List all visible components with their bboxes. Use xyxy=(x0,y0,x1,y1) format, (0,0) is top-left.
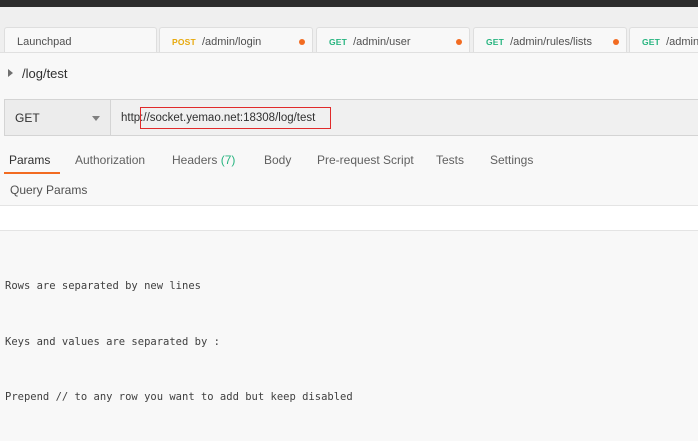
tab-label: Launchpad xyxy=(17,35,72,48)
method-select-value: GET xyxy=(15,110,40,125)
tab-headers-label: Headers xyxy=(172,153,218,167)
url-input[interactable] xyxy=(111,100,698,135)
unsaved-dot-icon xyxy=(299,39,305,45)
tab-headers[interactable]: Headers (7) xyxy=(172,153,235,167)
window-top-bar xyxy=(0,0,698,7)
chevron-down-icon xyxy=(92,116,100,121)
request-name[interactable]: /log/test xyxy=(8,63,68,83)
request-tab-strip: Launchpad POST /admin/login GET /admin/u… xyxy=(0,7,698,53)
tab-settings[interactable]: Settings xyxy=(490,153,533,167)
method-badge: GET xyxy=(486,36,505,47)
url-bar: GET xyxy=(4,99,698,136)
tab-launchpad[interactable]: Launchpad xyxy=(4,27,157,52)
request-tabs: Params Authorization Headers (7) Body Pr… xyxy=(0,147,698,175)
tab-label: /admin/user xyxy=(353,35,411,48)
tab-body[interactable]: Body xyxy=(264,153,291,167)
help-line: Rows are separated by new lines xyxy=(5,280,201,292)
tab-label: /admin/r xyxy=(666,35,698,48)
help-line: Keys and values are separated by : xyxy=(5,335,220,348)
method-badge: GET xyxy=(329,36,348,47)
divider xyxy=(0,230,698,231)
tab-label: /admin/rules/lists xyxy=(510,35,592,48)
headers-count-badge: (7) xyxy=(220,153,236,167)
method-select[interactable]: GET xyxy=(5,100,111,135)
bulk-edit-header xyxy=(0,206,698,230)
unsaved-dot-icon xyxy=(456,39,462,45)
unsaved-dot-icon xyxy=(613,39,619,45)
bulk-edit-editor[interactable]: Rows are separated by new lines Keys and… xyxy=(5,240,353,425)
method-badge: GET xyxy=(642,36,661,47)
active-tab-indicator xyxy=(4,172,60,174)
tab-params[interactable]: Params xyxy=(9,153,50,167)
caret-right-icon xyxy=(8,69,13,77)
request-title-text: /log/test xyxy=(22,65,68,81)
tab-get-admin-user[interactable]: GET /admin/user xyxy=(316,27,470,52)
tab-get-admin-rules-lists[interactable]: GET /admin/rules/lists xyxy=(473,27,627,52)
method-badge: POST xyxy=(172,36,196,47)
tab-label: /admin/login xyxy=(201,35,262,48)
tab-tests[interactable]: Tests xyxy=(436,153,464,167)
tab-get-admin-r[interactable]: GET /admin/r xyxy=(629,27,698,52)
help-line: Prepend // to any row you want to add bu… xyxy=(5,391,353,403)
tab-authorization[interactable]: Authorization xyxy=(75,153,145,167)
query-params-heading: Query Params xyxy=(10,183,88,197)
tab-post-admin-login[interactable]: POST /admin/login xyxy=(159,27,313,52)
tab-pre-request-script[interactable]: Pre-request Script xyxy=(317,153,414,167)
